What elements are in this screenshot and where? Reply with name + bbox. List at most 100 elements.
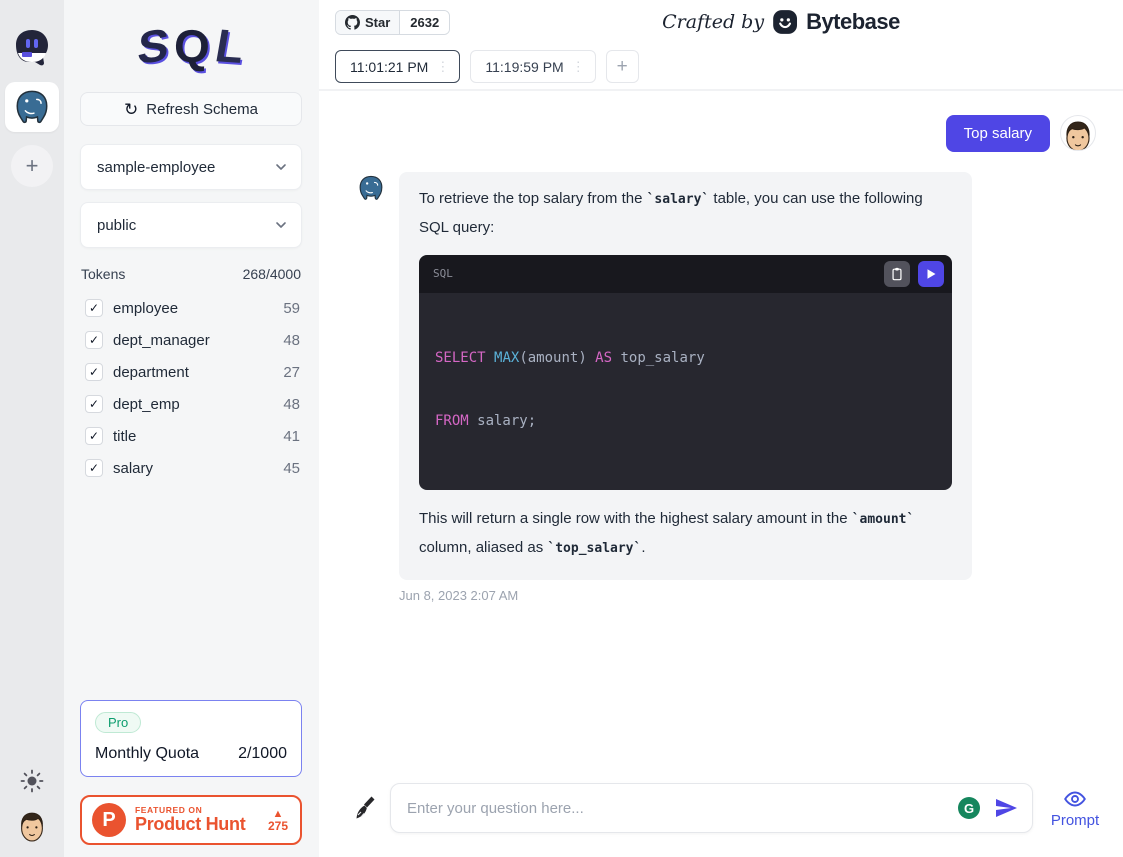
table-checkbox[interactable]: ✓ [85,299,103,317]
chevron-down-icon [275,219,287,231]
copy-code-button[interactable] [884,261,910,287]
send-icon [994,796,1018,820]
database-select[interactable]: sample-employee [80,144,302,190]
table-checkbox[interactable]: ✓ [85,459,103,477]
product-hunt-texts: FEATURED ON Product Hunt [135,806,259,834]
chat-area: Top salary To retrieve the top sa [319,91,1123,773]
add-connection-button[interactable]: + [11,145,53,187]
user-face-icon [1061,116,1095,151]
github-star-button[interactable]: Star 2632 [335,10,450,35]
pro-badge: Pro [95,712,141,733]
table-row: ✓ salary 45 [80,452,302,484]
table-name: title [113,428,273,445]
product-hunt-badge[interactable]: P FEATURED ON Product Hunt ▲ 275 [80,795,302,845]
left-rail: + [0,0,64,857]
grammarly-letter: G [964,801,974,816]
product-hunt-icon: P [92,803,126,837]
broom-icon [352,795,376,821]
plus-icon: + [617,56,628,78]
postgres-icon [13,88,51,126]
quota-label: Monthly Quota [95,745,199,763]
crafted-by-brand[interactable]: Crafted by Bytebase [662,9,900,35]
tokens-value: 268/4000 [243,266,301,282]
table-token-count: 48 [283,396,300,413]
user-message-row: Top salary [357,115,1096,152]
logo-letter: L [212,18,249,74]
table-token-count: 45 [283,460,300,477]
sql-text: top_salary [612,350,705,366]
text: . [641,539,645,556]
user-avatar [1060,115,1096,151]
table-name: dept_emp [113,396,273,413]
table-checkbox[interactable]: ✓ [85,331,103,349]
message-timestamp: Jun 8, 2023 2:07 AM [399,588,1096,603]
check-icon: ✓ [89,429,99,443]
quota-value: 2/1000 [238,745,287,763]
sql-keyword: FROM [435,413,469,429]
text: This will return a single row with the h… [419,510,852,527]
sidebar: S Q L ↻ Refresh Schema sample-employee p… [64,0,319,857]
bytebase-logo-icon [772,9,798,35]
github-icon [345,15,360,30]
clipboard-icon [890,267,904,281]
upvote-count: 275 [268,820,288,832]
bytebase-brand-name: Bytebase [806,9,900,35]
star-label: Star [365,15,390,30]
grammarly-icon[interactable]: G [958,797,980,819]
conversation-tab[interactable]: 11:19:59 PM ⋮ [470,50,595,83]
send-button[interactable] [994,796,1018,820]
sql-code-block: SQL SELECT MAX(amount) AS top_salar [419,255,952,490]
table-row: ✓ dept_emp 48 [80,388,302,420]
table-checkbox[interactable]: ✓ [85,363,103,381]
user-account-avatar[interactable] [16,809,48,843]
refresh-schema-button[interactable]: ↻ Refresh Schema [80,92,302,126]
assistant-message-bubble: To retrieve the top salary from the `sal… [399,172,972,580]
user-face-icon [16,809,48,844]
refresh-icon: ↻ [124,101,138,118]
code-block-body: SELECT MAX(amount) AS top_salary FROM sa… [419,293,952,490]
connection-postgres-selected[interactable] [5,82,59,132]
star-count: 2632 [400,11,449,34]
sql-text: salary; [469,413,536,429]
table-checkbox[interactable]: ✓ [85,395,103,413]
inline-code: `amount` [852,512,915,527]
user-message-bubble: Top salary [946,115,1050,152]
check-icon: ✓ [89,397,99,411]
sql-text: (amount) [519,350,595,366]
kebab-menu-icon[interactable]: ⋮ [572,59,585,75]
main-panel: Star 2632 Crafted by Bytebase 11:01:21 P… [319,0,1123,857]
run-query-button[interactable] [918,261,944,287]
assistant-message-row: To retrieve the top salary from the `sal… [357,172,1096,580]
code-block-header: SQL [419,255,952,293]
check-icon: ✓ [89,461,99,475]
table-name: employee [113,300,273,317]
play-icon [925,268,937,280]
clear-conversation-button[interactable] [352,795,376,821]
check-icon: ✓ [89,301,99,315]
theme-toggle-button[interactable] [20,769,44,793]
sqlchat-logo: S Q L [80,0,302,92]
table-row: ✓ department 27 [80,356,302,388]
inline-code: `top_salary` [547,541,641,556]
table-token-count: 27 [283,364,300,381]
tab-label: 11:01:21 PM [350,59,428,75]
schema-select[interactable]: public [80,202,302,248]
new-conversation-button[interactable]: + [606,50,639,83]
code-language-label: SQL [433,260,876,288]
prompt-button[interactable]: Prompt [1047,787,1103,829]
sql-function: MAX [494,350,519,366]
chevron-down-icon [275,161,287,173]
question-input[interactable] [407,800,944,817]
kebab-menu-icon[interactable]: ⋮ [436,59,449,75]
sidebar-spacer [80,484,302,700]
table-checkbox[interactable]: ✓ [85,427,103,445]
quota-row: Monthly Quota 2/1000 [95,745,287,763]
sqlchat-bot-avatar[interactable] [10,26,54,70]
table-token-count: 59 [283,300,300,317]
inline-code: `salary` [647,192,710,207]
conversation-tab-active[interactable]: 11:01:21 PM ⋮ [335,50,460,83]
logo-letter: Q [173,18,211,73]
star-left: Star [336,11,400,34]
composer-bar: G Prompt [319,773,1123,857]
crafted-by-label: Crafted by [662,11,764,33]
